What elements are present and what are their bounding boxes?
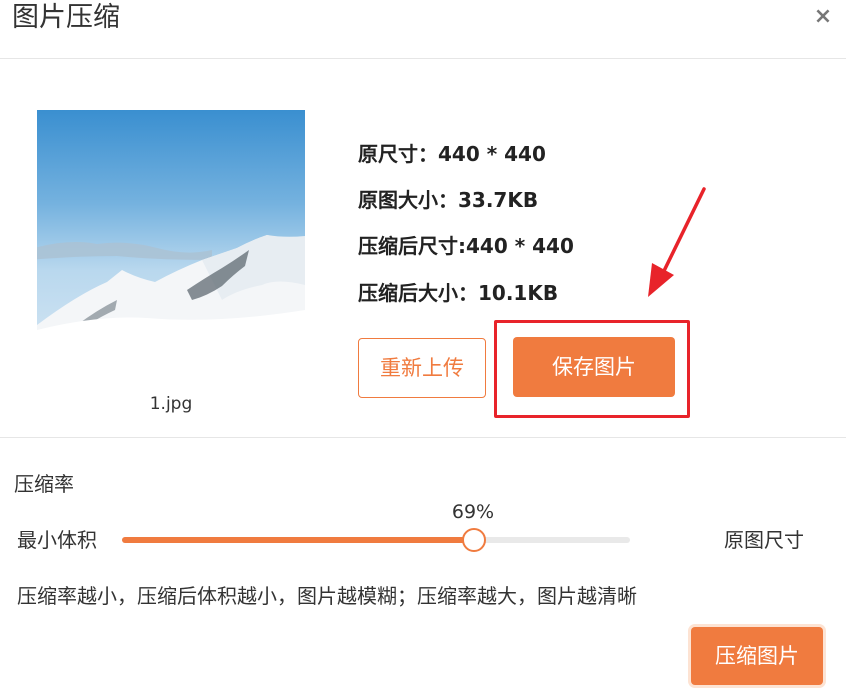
info-label: 原尺寸： bbox=[358, 142, 438, 166]
info-original-size: 原尺寸：440 * 440 bbox=[358, 138, 546, 167]
image-preview bbox=[37, 110, 305, 378]
compression-hint: 压缩率越小，压缩后体积越小，图片越模糊；压缩率越大，图片越清晰 bbox=[17, 584, 637, 608]
info-value: 440 * 440 bbox=[438, 142, 546, 166]
info-label: 压缩后尺寸: bbox=[358, 234, 466, 258]
slider-max-label: 原图尺寸 bbox=[724, 528, 804, 552]
info-value: 10.1KB bbox=[478, 281, 559, 305]
save-image-button[interactable]: 保存图片 bbox=[513, 337, 675, 397]
close-icon: × bbox=[813, 4, 833, 29]
info-value: 33.7KB bbox=[458, 188, 539, 212]
compression-rate-title: 压缩率 bbox=[14, 472, 74, 496]
reupload-button[interactable]: 重新上传 bbox=[358, 338, 486, 398]
slider-value-label: 69% bbox=[451, 501, 495, 523]
snow-mountain-image bbox=[37, 235, 305, 378]
section-divider bbox=[0, 437, 846, 438]
dialog-title: 图片压缩 bbox=[12, 2, 120, 33]
info-original-filesize: 原图大小：33.7KB bbox=[358, 184, 538, 213]
header-divider bbox=[0, 58, 846, 59]
image-filename: 1.jpg bbox=[149, 394, 193, 414]
info-value: 440 * 440 bbox=[466, 234, 574, 258]
slider-fill bbox=[122, 537, 473, 543]
info-compressed-filesize: 压缩后大小：10.1KB bbox=[358, 277, 558, 306]
info-label: 压缩后大小： bbox=[358, 281, 478, 305]
compress-image-button[interactable]: 压缩图片 bbox=[691, 627, 823, 685]
slider-thumb[interactable] bbox=[462, 528, 486, 552]
close-button[interactable]: × bbox=[808, 2, 838, 32]
compression-slider[interactable]: 69% bbox=[122, 501, 630, 552]
annotation-arrow-icon bbox=[648, 187, 706, 297]
info-compressed-size: 压缩后尺寸:440 * 440 bbox=[358, 230, 574, 259]
slider-min-label: 最小体积 bbox=[17, 528, 97, 552]
info-label: 原图大小： bbox=[358, 188, 458, 212]
